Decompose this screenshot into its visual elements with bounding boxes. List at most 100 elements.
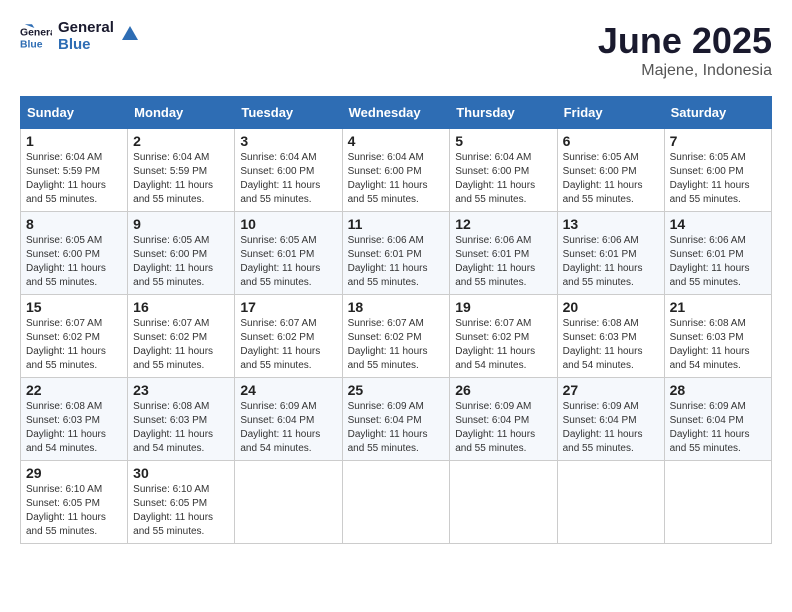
calendar-table: SundayMondayTuesdayWednesdayThursdayFrid…	[20, 96, 772, 544]
day-number: 11	[348, 216, 445, 232]
cell-info: Sunrise: 6:04 AMSunset: 5:59 PMDaylight:…	[133, 151, 229, 207]
cell-info: Sunrise: 6:04 AMSunset: 6:00 PMDaylight:…	[455, 151, 551, 207]
day-number: 8	[26, 216, 122, 232]
calendar-cell: 24Sunrise: 6:09 AMSunset: 6:04 PMDayligh…	[235, 378, 342, 461]
calendar-cell: 30 Sunrise: 6:10 AMSunset: 6:05 PMDayligh…	[128, 461, 235, 544]
day-number: 19	[455, 299, 551, 315]
calendar-cell: 22 Sunrise: 6:08 AMSunset: 6:03 PMDayligh…	[21, 378, 128, 461]
header-cell-thursday: Thursday	[450, 97, 557, 129]
day-number: 28	[670, 382, 766, 398]
day-number: 4	[348, 133, 445, 149]
day-number: 26	[455, 382, 551, 398]
logo: General Blue General Blue	[20, 20, 142, 53]
header-cell-monday: Monday	[128, 97, 235, 129]
cell-info: Sunrise: 6:06 AMSunset: 6:01 PMDaylight:…	[348, 234, 445, 290]
header-cell-saturday: Saturday	[664, 97, 771, 129]
calendar-cell: 7 Sunrise: 6:05 AMSunset: 6:00 PMDaylight…	[664, 129, 771, 212]
calendar-cell	[557, 461, 664, 544]
calendar-cell: 4Sunrise: 6:04 AMSunset: 6:00 PMDaylight…	[342, 129, 450, 212]
header-cell-tuesday: Tuesday	[235, 97, 342, 129]
calendar-cell: 25 Sunrise: 6:09 AMSunset: 6:04 PMDayligh…	[342, 378, 450, 461]
calendar-cell: 3 Sunrise: 6:04 AMSunset: 6:00 PMDaylight…	[235, 129, 342, 212]
calendar-cell: 14 Sunrise: 6:06 AMSunset: 6:01 PMDayligh…	[664, 212, 771, 295]
cell-info: Sunrise: 6:08 AMSunset: 6:03 PMDaylight:…	[670, 317, 766, 373]
day-number: 7	[670, 133, 766, 149]
day-number: 13	[563, 216, 659, 232]
calendar-cell: 18Sunrise: 6:07 AMSunset: 6:02 PMDayligh…	[342, 295, 450, 378]
day-number: 20	[563, 299, 659, 315]
day-number: 15	[26, 299, 122, 315]
day-number: 25	[348, 382, 445, 398]
header-cell-wednesday: Wednesday	[342, 97, 450, 129]
calendar-cell: 2 Sunrise: 6:04 AMSunset: 5:59 PMDaylight…	[128, 129, 235, 212]
cell-info: Sunrise: 6:04 AMSunset: 6:00 PMDaylight:…	[240, 151, 336, 207]
header-row: SundayMondayTuesdayWednesdayThursdayFrid…	[21, 97, 772, 129]
cell-info: Sunrise: 6:06 AMSunset: 6:01 PMDaylight:…	[670, 234, 766, 290]
cell-info: Sunrise: 6:04 AMSunset: 5:59 PMDaylight:…	[26, 151, 122, 207]
cell-info: Sunrise: 6:07 AMSunset: 6:02 PMDaylight:…	[240, 317, 336, 373]
cell-info: Sunrise: 6:09 AMSunset: 6:04 PMDaylight:…	[240, 400, 336, 456]
day-number: 12	[455, 216, 551, 232]
location-subtitle: Majene, Indonesia	[598, 62, 772, 80]
cell-info: Sunrise: 6:05 AMSunset: 6:01 PMDaylight:…	[240, 234, 336, 290]
cell-info: Sunrise: 6:08 AMSunset: 6:03 PMDaylight:…	[26, 400, 122, 456]
title-block: June 2025 Majene, Indonesia	[598, 20, 772, 80]
calendar-cell: 20 Sunrise: 6:08 AMSunset: 6:03 PMDayligh…	[557, 295, 664, 378]
cell-info: Sunrise: 6:06 AMSunset: 6:01 PMDaylight:…	[455, 234, 551, 290]
calendar-cell: 16 Sunrise: 6:07 AMSunset: 6:02 PMDayligh…	[128, 295, 235, 378]
day-number: 22	[26, 382, 122, 398]
calendar-cell: 6 Sunrise: 6:05 AMSunset: 6:00 PMDaylight…	[557, 129, 664, 212]
day-number: 23	[133, 382, 229, 398]
logo-line1: General	[58, 20, 114, 37]
cell-info: Sunrise: 6:05 AMSunset: 6:00 PMDaylight:…	[563, 151, 659, 207]
calendar-cell: 1 Sunrise: 6:04 AMSunset: 5:59 PMDaylight…	[21, 129, 128, 212]
day-number: 16	[133, 299, 229, 315]
day-number: 27	[563, 382, 659, 398]
day-number: 18	[348, 299, 445, 315]
cell-info: Sunrise: 6:05 AMSunset: 6:00 PMDaylight:…	[133, 234, 229, 290]
header-cell-friday: Friday	[557, 97, 664, 129]
calendar-cell: 8Sunrise: 6:05 AMSunset: 6:00 PMDaylight…	[21, 212, 128, 295]
calendar-cell	[235, 461, 342, 544]
day-number: 5	[455, 133, 551, 149]
cell-info: Sunrise: 6:07 AMSunset: 6:02 PMDaylight:…	[455, 317, 551, 373]
day-number: 29	[26, 465, 122, 481]
calendar-cell	[664, 461, 771, 544]
day-number: 6	[563, 133, 659, 149]
logo-arrow-icon	[120, 22, 142, 44]
calendar-cell: 13 Sunrise: 6:06 AMSunset: 6:01 PMDayligh…	[557, 212, 664, 295]
day-number: 3	[240, 133, 336, 149]
cell-info: Sunrise: 6:06 AMSunset: 6:01 PMDaylight:…	[563, 234, 659, 290]
logo-icon: General Blue	[20, 21, 52, 53]
week-row-4: 22 Sunrise: 6:08 AMSunset: 6:03 PMDayligh…	[21, 378, 772, 461]
calendar-cell: 19 Sunrise: 6:07 AMSunset: 6:02 PMDayligh…	[450, 295, 557, 378]
day-number: 2	[133, 133, 229, 149]
day-number: 1	[26, 133, 122, 149]
calendar-cell: 17 Sunrise: 6:07 AMSunset: 6:02 PMDayligh…	[235, 295, 342, 378]
month-title: June 2025	[598, 20, 772, 62]
cell-info: Sunrise: 6:09 AMSunset: 6:04 PMDaylight:…	[348, 400, 445, 456]
page-header: General Blue General Blue June 2025 Maje…	[20, 20, 772, 80]
svg-text:General: General	[20, 27, 52, 38]
cell-info: Sunrise: 6:05 AMSunset: 6:00 PMDaylight:…	[670, 151, 766, 207]
calendar-cell	[450, 461, 557, 544]
calendar-cell: 21Sunrise: 6:08 AMSunset: 6:03 PMDayligh…	[664, 295, 771, 378]
logo-line2: Blue	[58, 37, 114, 54]
calendar-cell: 12 Sunrise: 6:06 AMSunset: 6:01 PMDayligh…	[450, 212, 557, 295]
calendar-cell: 5 Sunrise: 6:04 AMSunset: 6:00 PMDaylight…	[450, 129, 557, 212]
cell-info: Sunrise: 6:08 AMSunset: 6:03 PMDaylight:…	[133, 400, 229, 456]
cell-info: Sunrise: 6:08 AMSunset: 6:03 PMDaylight:…	[563, 317, 659, 373]
day-number: 30	[133, 465, 229, 481]
cell-info: Sunrise: 6:10 AMSunset: 6:05 PMDaylight:…	[26, 483, 122, 539]
day-number: 9	[133, 216, 229, 232]
day-number: 14	[670, 216, 766, 232]
calendar-cell: 23 Sunrise: 6:08 AMSunset: 6:03 PMDayligh…	[128, 378, 235, 461]
calendar-cell: 9 Sunrise: 6:05 AMSunset: 6:00 PMDaylight…	[128, 212, 235, 295]
day-number: 17	[240, 299, 336, 315]
cell-info: Sunrise: 6:10 AMSunset: 6:05 PMDaylight:…	[133, 483, 229, 539]
calendar-cell: 28Sunrise: 6:09 AMSunset: 6:04 PMDayligh…	[664, 378, 771, 461]
svg-text:Blue: Blue	[20, 39, 43, 50]
cell-info: Sunrise: 6:07 AMSunset: 6:02 PMDaylight:…	[133, 317, 229, 373]
week-row-3: 15 Sunrise: 6:07 AMSunset: 6:02 PMDayligh…	[21, 295, 772, 378]
calendar-cell	[342, 461, 450, 544]
